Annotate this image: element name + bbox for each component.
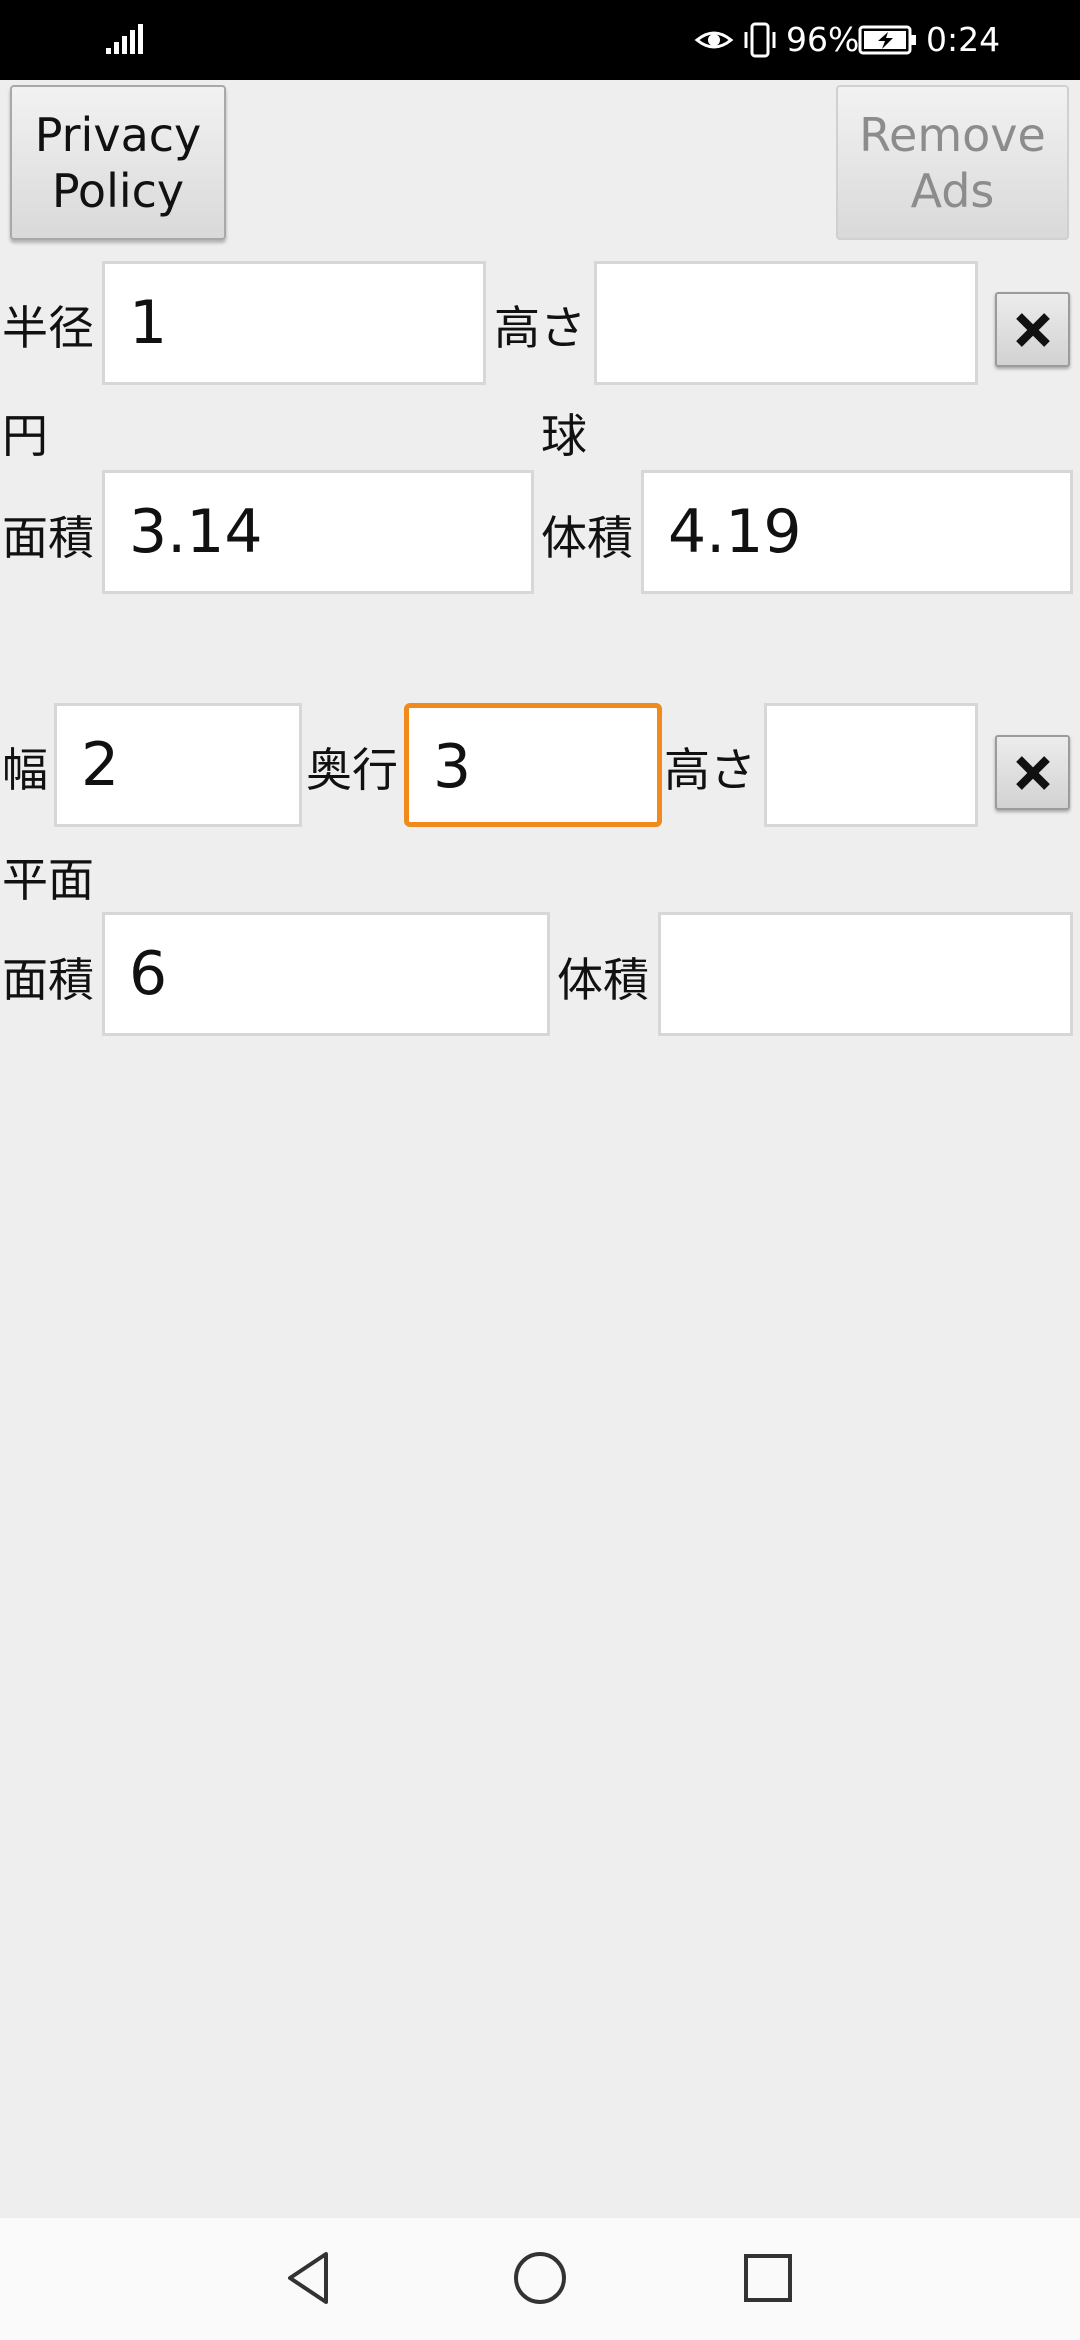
remove-ads-button[interactable]: Remove Ads: [836, 85, 1069, 240]
signal-icon: [106, 24, 143, 54]
clear-circle-button[interactable]: [995, 292, 1070, 367]
privacy-policy-button[interactable]: Privacy Policy: [10, 85, 226, 240]
clear-box-button[interactable]: [995, 735, 1070, 810]
recents-icon[interactable]: [738, 2248, 798, 2308]
circle-area-label: 面積: [2, 511, 94, 565]
vibrate-icon: [744, 22, 776, 58]
radius-input[interactable]: 1: [102, 261, 486, 385]
depth-label: 奥行: [306, 743, 398, 797]
circle-area-output: 3.14: [102, 470, 534, 594]
status-bar: 96% 0:24: [0, 0, 1080, 80]
home-icon[interactable]: [510, 2248, 570, 2308]
box-height-input[interactable]: [764, 703, 978, 827]
height-label: 高さ: [494, 301, 586, 355]
box-volume-output: [658, 912, 1073, 1036]
clock: 0:24: [926, 20, 1001, 59]
close-icon: [1015, 755, 1050, 790]
circle-label: 円: [2, 409, 48, 463]
eye-comfort-icon: [694, 31, 734, 49]
navigation-bar: [0, 2218, 1080, 2340]
plane-area-label: 面積: [2, 953, 94, 1007]
close-icon: [1015, 312, 1050, 347]
battery-percent: 96%: [786, 20, 860, 59]
circle-height-input[interactable]: [594, 261, 978, 385]
box-height-label: 高さ: [664, 743, 756, 797]
sphere-volume-output: 4.19: [641, 470, 1073, 594]
box-volume-label: 体積: [557, 953, 649, 1007]
sphere-volume-label: 体積: [541, 511, 633, 565]
width-input[interactable]: 2: [54, 703, 302, 827]
battery-charging-icon: [858, 25, 916, 55]
plane-label: 平面: [2, 853, 94, 907]
depth-input[interactable]: 3: [404, 703, 662, 827]
back-icon[interactable]: [280, 2248, 340, 2308]
radius-label: 半径: [2, 301, 94, 355]
plane-area-output: 6: [102, 912, 550, 1036]
width-label: 幅: [2, 743, 48, 797]
sphere-label: 球: [541, 409, 587, 463]
